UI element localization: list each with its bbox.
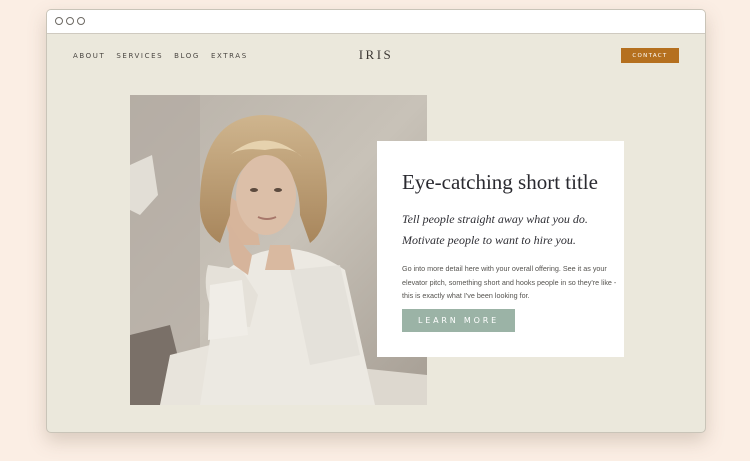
hero-title: Eye-catching short title — [402, 170, 598, 194]
hero-body: Go into more detail here with your overa… — [402, 264, 617, 300]
contact-button[interactable]: CONTACT — [621, 48, 679, 63]
site-logo[interactable]: IRIS — [47, 47, 705, 63]
window-dot-icon[interactable] — [55, 17, 63, 25]
hero-card: Eye-catching short title Tell people str… — [377, 141, 624, 357]
window-dot-icon[interactable] — [66, 17, 74, 25]
learn-more-button[interactable]: LEARN MORE — [402, 309, 515, 332]
browser-titlebar — [47, 10, 705, 34]
window-dot-icon[interactable] — [77, 17, 85, 25]
window-controls — [55, 17, 85, 25]
browser-window: ABOUT SERVICES BLOG EXTRAS IRIS CONTACT — [46, 9, 706, 433]
hero-tagline: Tell people straight away what you do. M… — [402, 212, 588, 247]
